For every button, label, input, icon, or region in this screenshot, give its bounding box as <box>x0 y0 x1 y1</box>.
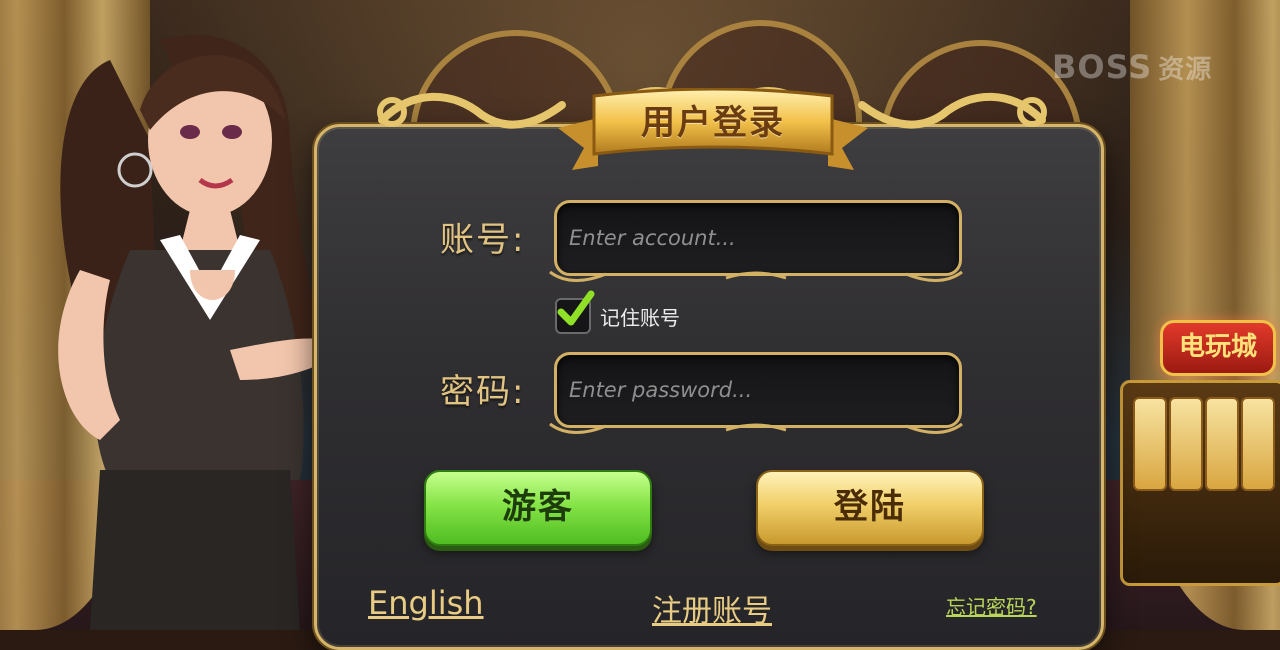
watermark-brand: BOSS <box>1052 48 1153 86</box>
watermark-suffix: 资源 <box>1158 55 1213 85</box>
check-mark-icon <box>557 290 595 326</box>
password-input[interactable] <box>567 367 951 413</box>
login-button[interactable]: 登陆 <box>756 470 984 546</box>
watermark: BOSS 资源 <box>1052 48 1212 86</box>
field-ornament <box>549 270 963 282</box>
guest-button[interactable]: 游客 <box>424 470 652 546</box>
english-link[interactable]: English <box>368 584 484 622</box>
remember-account-checkbox[interactable] <box>555 290 595 334</box>
slot-reel <box>1169 397 1203 491</box>
slot-reel <box>1241 397 1275 491</box>
slot-machine-illustration: 电玩城 <box>1100 300 1280 600</box>
slot-reel <box>1133 397 1167 491</box>
dialog-title: 用户登录 <box>641 103 785 143</box>
forgot-password-link[interactable]: 忘记密码? <box>946 591 1037 620</box>
account-label: 账号: <box>440 220 526 260</box>
casino-sign: 电玩城 <box>1160 320 1276 376</box>
field-ornament <box>549 422 963 434</box>
slot-reel <box>1205 397 1239 491</box>
account-input[interactable] <box>567 215 951 261</box>
password-field[interactable] <box>554 352 962 428</box>
register-account-link[interactable]: 注册账号 <box>652 586 772 630</box>
hostess-character-illustration <box>58 34 340 630</box>
slot-machine-body <box>1120 380 1280 586</box>
account-field[interactable] <box>554 200 962 276</box>
remember-account-label: 记住账号 <box>600 306 680 330</box>
password-label: 密码: <box>440 372 526 412</box>
